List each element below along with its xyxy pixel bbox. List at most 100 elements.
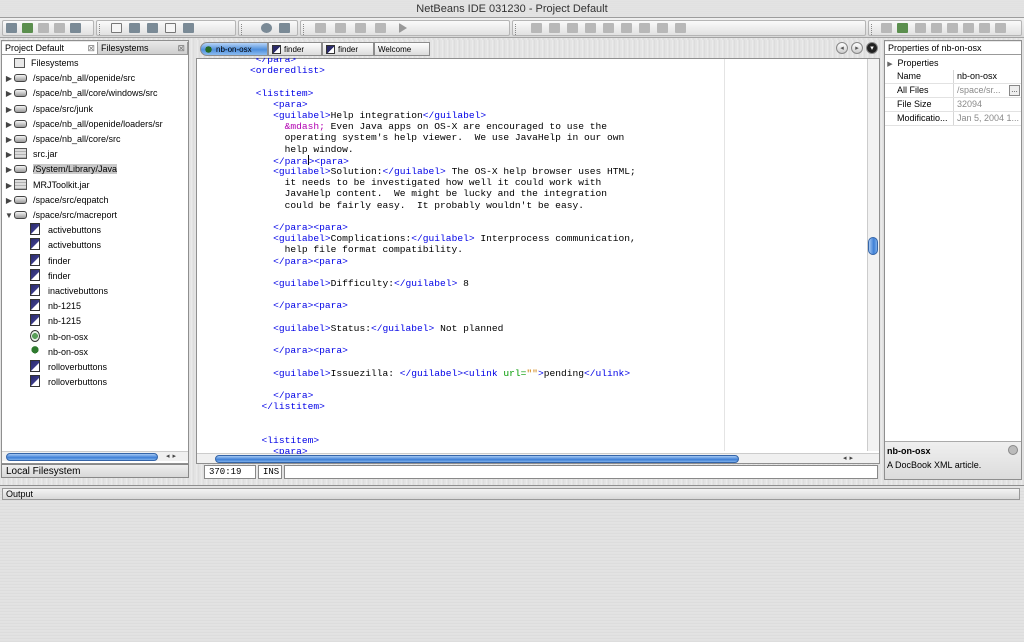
- property-value[interactable]: nb-on-osx: [953, 70, 1021, 83]
- tab-menu-icon[interactable]: ▾: [866, 42, 878, 54]
- tool-a-icon[interactable]: [531, 23, 542, 33]
- scroll-thumb[interactable]: [215, 455, 739, 463]
- prev-tab-icon[interactable]: ◂: [836, 42, 848, 54]
- tree-item[interactable]: rolloverbuttons: [30, 375, 188, 390]
- compile-icon[interactable]: [931, 23, 942, 33]
- expand-icon[interactable]: ▶: [4, 193, 14, 208]
- expand-icon[interactable]: ▶: [4, 71, 14, 86]
- find-icon[interactable]: [261, 23, 272, 33]
- toolbar-grip[interactable]: [871, 24, 874, 35]
- step-into-icon[interactable]: [335, 23, 346, 33]
- tree-item[interactable]: nb-1215: [30, 314, 188, 329]
- tab-filesystems[interactable]: Filesystems ⊠: [98, 42, 188, 54]
- editor-hscrollbar[interactable]: ◂▸: [197, 453, 879, 463]
- expand-icon[interactable]: ▶: [4, 132, 14, 147]
- scroll-arrows[interactable]: ◂▸: [843, 454, 856, 462]
- tree-item[interactable]: ▶ /space/src/junk: [4, 102, 188, 117]
- property-row[interactable]: File Size 32094: [885, 98, 1021, 112]
- expand-icon[interactable]: ▶: [4, 178, 14, 193]
- save-icon[interactable]: [147, 23, 158, 33]
- tree-item[interactable]: ▶ /space/nb_all/openide/src: [4, 71, 188, 86]
- step-out-icon[interactable]: [355, 23, 366, 33]
- tree-item[interactable]: nb-1215: [30, 299, 188, 314]
- tree-item[interactable]: ▶ src.jar: [4, 147, 188, 162]
- tree-item[interactable]: ▶ /System/Library/Java: [4, 162, 188, 177]
- tree-item[interactable]: Filesystems: [4, 56, 188, 71]
- new-file-icon[interactable]: [111, 23, 122, 33]
- debug-icon[interactable]: [38, 23, 49, 33]
- expand-icon[interactable]: ▶: [4, 117, 14, 132]
- close-icon[interactable]: ⊠: [87, 42, 95, 54]
- collapse-icon[interactable]: ▼: [4, 208, 14, 223]
- deploy-icon[interactable]: [963, 23, 974, 33]
- scroll-thumb[interactable]: [6, 453, 158, 461]
- step-over-icon[interactable]: [315, 23, 326, 33]
- tree-item[interactable]: ▶ /space/nb_all/core/src: [4, 132, 188, 147]
- explorer-hscrollbar[interactable]: ◂▸: [2, 451, 188, 461]
- toolbar-grip[interactable]: [99, 24, 102, 35]
- debug-target-icon[interactable]: [915, 23, 926, 33]
- tool-b-icon[interactable]: [549, 23, 560, 33]
- tab-welcome[interactable]: Welcome: [374, 42, 430, 56]
- tree-item[interactable]: ▶ /space/nb_all/openide/loaders/sr: [4, 117, 188, 132]
- execute-icon[interactable]: [897, 23, 908, 33]
- run-target-icon[interactable]: [881, 23, 892, 33]
- tool-c-icon[interactable]: [567, 23, 578, 33]
- run-icon[interactable]: [22, 23, 33, 33]
- test-icon[interactable]: [979, 23, 990, 33]
- tree-item[interactable]: finder: [30, 253, 188, 269]
- toolbar-grip[interactable]: [241, 24, 244, 35]
- expand-icon[interactable]: ▶: [4, 102, 14, 117]
- open-icon[interactable]: [129, 23, 140, 33]
- scroll-arrows[interactable]: ◂▸: [166, 452, 179, 460]
- next-tab-icon[interactable]: ▸: [851, 42, 863, 54]
- toolbar-grip[interactable]: [303, 24, 306, 35]
- tools-icon[interactable]: [70, 23, 81, 33]
- tab-nb-on-osx[interactable]: nb-on-osx: [200, 42, 268, 56]
- expand-icon[interactable]: ▶: [4, 147, 14, 162]
- tree-item[interactable]: ▶ MRJToolkit.jar: [4, 178, 188, 193]
- property-row[interactable]: Name nb-on-osx: [885, 70, 1021, 84]
- ellipsis-button[interactable]: …: [1009, 85, 1020, 96]
- tree-item[interactable]: ▼ /space/src/macreport: [4, 208, 188, 223]
- close-icon[interactable]: ⊠: [177, 42, 185, 54]
- property-row[interactable]: Modificatio... Jan 5, 2004 1...: [885, 112, 1021, 126]
- copy-icon[interactable]: [165, 23, 176, 33]
- help-icon[interactable]: [1008, 445, 1018, 455]
- javadoc-icon[interactable]: [995, 23, 1006, 33]
- tab-finder-2[interactable]: finder: [322, 42, 374, 56]
- tool-h-icon[interactable]: [657, 23, 668, 33]
- tool-f-icon[interactable]: [621, 23, 632, 33]
- tree-item[interactable]: inactivebuttons: [30, 284, 188, 299]
- tree-item[interactable]: activebuttons: [30, 223, 188, 238]
- output-tab[interactable]: Output: [2, 488, 1020, 500]
- build-icon[interactable]: [54, 23, 65, 33]
- clean-icon[interactable]: [947, 23, 958, 33]
- tree-item[interactable]: activebuttons: [30, 238, 188, 253]
- tab-project-default[interactable]: Project Default ⊠: [2, 42, 98, 54]
- paste-icon[interactable]: [183, 23, 194, 33]
- properties-section[interactable]: ▶ Properties: [885, 56, 1021, 70]
- tree-item[interactable]: ▶ /space/src/eqpatch: [4, 193, 188, 208]
- stop-icon[interactable]: [375, 23, 386, 33]
- new-icon[interactable]: [6, 23, 17, 33]
- tree-item[interactable]: ▶ /space/nb_all/core/windows/src: [4, 86, 188, 101]
- expand-icon[interactable]: ▶: [4, 162, 14, 177]
- editor-vscrollbar[interactable]: [867, 59, 879, 451]
- goto-icon[interactable]: [279, 23, 290, 33]
- code-editor[interactable]: </para> <orderedlist> <listitem> <para> <gui…: [210, 58, 866, 454]
- expand-icon[interactable]: ▶: [4, 86, 14, 101]
- tool-g-icon[interactable]: [639, 23, 650, 33]
- tool-i-icon[interactable]: [675, 23, 686, 33]
- tab-properties[interactable]: Properties of nb-on-osx: [885, 42, 1021, 54]
- toolbar-grip[interactable]: [515, 24, 518, 35]
- tree-item[interactable]: nb-on-osx: [30, 344, 188, 360]
- tree-item[interactable]: rolloverbuttons: [30, 360, 188, 375]
- property-row[interactable]: All Files/space/sr...…: [885, 84, 1021, 98]
- tree-item[interactable]: nb-on-osx: [30, 329, 188, 345]
- scroll-thumb[interactable]: [868, 237, 878, 255]
- tab-finder-1[interactable]: finder: [268, 42, 322, 56]
- tool-e-icon[interactable]: [603, 23, 614, 33]
- tree-item[interactable]: finder: [30, 268, 188, 284]
- continue-icon[interactable]: [399, 23, 407, 33]
